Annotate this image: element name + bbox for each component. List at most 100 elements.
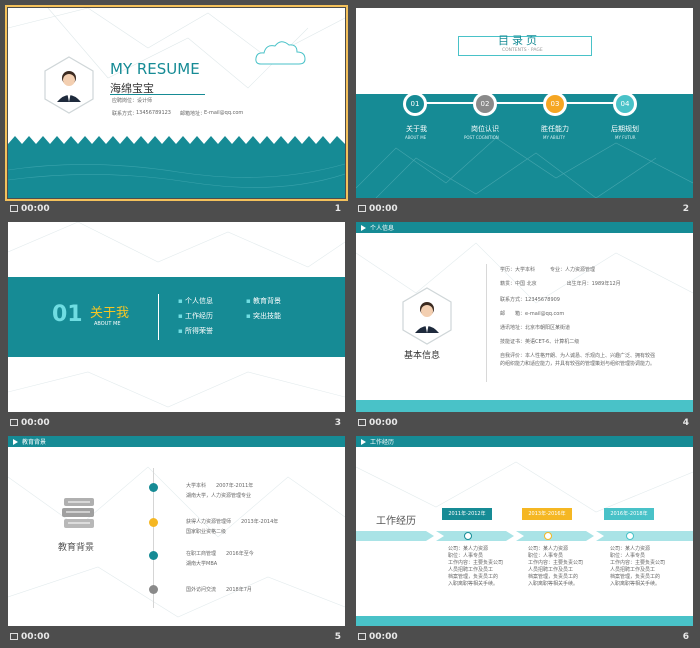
slide-4-timing: 00:00	[358, 418, 398, 428]
slide-3-number: 3	[334, 418, 341, 428]
toc-connector	[416, 102, 626, 104]
work-timeline-arrows	[356, 531, 693, 541]
edu-entry-2-a: 获得人力资源管理师 2013年-2014年	[186, 519, 279, 525]
position-text: 应聘岗位：设计师	[112, 98, 153, 104]
slide-header-bar: 教育背景	[8, 436, 345, 447]
resume-title: MY RESUME	[110, 60, 200, 78]
timeline-dot-1	[149, 483, 158, 492]
section-number: 01	[52, 302, 83, 327]
section-title: 关于我	[90, 306, 130, 321]
slide-3-timing: 00:00	[10, 418, 50, 428]
info-line-1: 学历：大学本科 专业：人力资源管理	[500, 267, 596, 273]
edu-entry-2-b: 国家职业资格二级	[186, 529, 227, 535]
edu-entry-3-a: 在职工商管理 2016年至今	[186, 551, 254, 557]
section-divider	[158, 294, 159, 340]
info-line-6: 技能证书：英语CET-6、计算机二级	[500, 339, 580, 345]
info-line-3: 联系方式：12345678909	[500, 297, 560, 303]
info-line-2: 籍贯：中国 北京 出生年月：1989年12月	[500, 281, 621, 287]
slide-6-canvas[interactable]: 工作经历 工作经历 2011年-2012年 2013年-2016年 2016年-…	[356, 436, 693, 626]
edu-heading: 教育背景	[58, 543, 95, 553]
edu-entry-1-a: 大学本科 2007年-2011年	[186, 483, 254, 489]
slide-tag: 工作经历	[370, 439, 395, 446]
slide-thumbnail-5[interactable]: 教育背景 教育背景 大学本科 2007年-2011年 湖南大学，人力资源管理专业…	[8, 436, 345, 648]
slide-tag: 教育背景	[22, 439, 47, 446]
toc-subtitle: CONTENTS · PAGE	[502, 48, 543, 53]
toc-item-1-en: ABOUT ME	[405, 135, 427, 140]
footer-band	[356, 400, 693, 412]
period-badge-2: 2013年-2016年	[522, 508, 572, 520]
toc-number-2: 02	[476, 95, 494, 113]
info-line-5: 通讯地址：北京市朝阳区某街道	[500, 325, 571, 331]
slide-6-timing: 00:00	[358, 632, 398, 642]
toc-item-3-cn: 胜任能力	[541, 125, 569, 133]
edu-entry-4-a: 国外访问交流 2018年7月	[186, 587, 252, 593]
edu-entry-1-b: 湖南大学，人力资源管理专业	[186, 493, 252, 499]
slide-2-number: 2	[682, 204, 689, 214]
toc-item-2-cn: 岗位认识	[471, 125, 499, 133]
title-divider	[110, 94, 205, 95]
cloud-icon	[255, 41, 306, 65]
work-dot-1	[464, 532, 472, 540]
slide-thumbnail-4[interactable]: 个人信息 基本信息 学历：大学本科 专业：人力资源管理 籍贯：中国 北京 出生年…	[356, 222, 693, 434]
work-dot-2	[544, 532, 552, 540]
toc-item-2-en: POST COGNITION	[464, 135, 499, 140]
agenda-item-4[interactable]: ▪ 突出技能	[246, 311, 281, 321]
period-badge-1: 2011年-2012年	[442, 508, 492, 520]
slide-tag: 个人信息	[370, 225, 395, 232]
toc-item-1-cn: 关于我	[406, 125, 427, 133]
slide-4-canvas[interactable]: 个人信息 基本信息 学历：大学本科 专业：人力资源管理 籍贯：中国 北京 出生年…	[356, 222, 693, 412]
slide-5-canvas[interactable]: 教育背景 教育背景 大学本科 2007年-2011年 湖南大学，人力资源管理专业…	[8, 436, 345, 626]
work-detail-2: 公司：某人力资源 职位：人事专员 工作内容：主要负责公司 人员招聘工作及员工 档案管理，…	[528, 546, 584, 587]
zigzag-band	[8, 136, 345, 198]
toc-number-3: 03	[546, 95, 564, 113]
agenda-item-3[interactable]: ▪ 工作经历	[178, 311, 213, 321]
slide-thumbnail-3[interactable]: 01 关于我 ABOUT ME ▪ 个人信息 ▪ 教育背景 ▪ 工作经历 ▪ 突…	[8, 222, 345, 434]
period-badge-3: 2016年-2018年	[604, 508, 654, 520]
work-detail-3: 公司：某人力资源 职位：人事专员 工作内容：主要负责公司 人员招聘工作及员工 档案管理，…	[610, 546, 666, 587]
email-value: E-mail@qq.com	[204, 110, 244, 116]
info-line-7: 自我评价：本人性格开朗、为人诚恳、乐观向上、兴趣广泛、拥有较强的组织能力和适应能…	[500, 353, 656, 367]
work-heading: 工作经历	[376, 516, 416, 527]
background-lines	[8, 466, 345, 618]
toc-number-1: 01	[406, 95, 424, 113]
agenda-item-5[interactable]: ▪ 所得荣誉	[178, 326, 213, 336]
info-heading: 基本信息	[404, 351, 441, 361]
info-divider	[486, 264, 487, 382]
toc-item-4-en: MY FUTUR	[615, 135, 636, 140]
section-subtitle: ABOUT ME	[94, 321, 121, 327]
slide-2-canvas[interactable]: 目录页 CONTENTS · PAGE 01 02 03 04 关于我 ABOU…	[356, 8, 693, 198]
agenda-item-1[interactable]: ▪ 个人信息	[178, 296, 213, 306]
slide-1-canvas[interactable]: MY RESUME 海绵宝宝 应聘岗位：设计师 联系方式： 1345678912…	[5, 5, 348, 201]
slide-thumbnail-6[interactable]: 工作经历 工作经历 2011年-2012年 2013年-2016年 2016年-…	[356, 436, 693, 648]
timeline-dot-3	[149, 551, 158, 560]
edu-entry-3-b: 湖南大学MBA	[186, 561, 218, 567]
slide-1-number: 1	[334, 204, 341, 214]
avatar-hexagon	[402, 287, 452, 345]
slide-5-number: 5	[334, 632, 341, 642]
slide-header-bar: 个人信息	[356, 222, 693, 233]
toc-number-4: 04	[616, 95, 634, 113]
timeline-dot-4	[149, 585, 158, 594]
email-label: 邮箱地址：	[180, 111, 206, 117]
slide-4-number: 4	[682, 418, 689, 428]
toc-item-4-cn: 后期规划	[611, 125, 639, 133]
slide-1-timing: 00:00	[10, 204, 50, 214]
books-icon	[62, 498, 94, 528]
slide-5-timing: 00:00	[10, 632, 50, 642]
avatar-hexagon	[44, 56, 94, 114]
slide-3-canvas[interactable]: 01 关于我 ABOUT ME ▪ 个人信息 ▪ 教育背景 ▪ 工作经历 ▪ 突…	[8, 222, 345, 412]
slide-2-timing: 00:00	[358, 204, 398, 214]
contact-label: 联系方式：	[112, 111, 138, 117]
agenda-item-2[interactable]: ▪ 教育背景	[246, 296, 281, 306]
work-dot-3	[626, 532, 634, 540]
contact-value: 13456789123	[136, 110, 171, 116]
slide-thumbnail-1[interactable]: MY RESUME 海绵宝宝 应聘岗位：设计师 联系方式： 1345678912…	[5, 5, 348, 220]
toc-item-3-en: MY ABILITY	[543, 135, 566, 140]
slide-6-number: 6	[682, 632, 689, 642]
info-line-4: 邮 箱：e-mail@qq.com	[500, 311, 565, 317]
footer-band	[356, 616, 693, 626]
timeline-dot-2	[149, 518, 158, 527]
slide-header-bar: 工作经历	[356, 436, 693, 447]
toc-title: 目录页	[498, 34, 540, 47]
slide-thumbnail-2[interactable]: 目录页 CONTENTS · PAGE 01 02 03 04 关于我 ABOU…	[356, 8, 693, 220]
